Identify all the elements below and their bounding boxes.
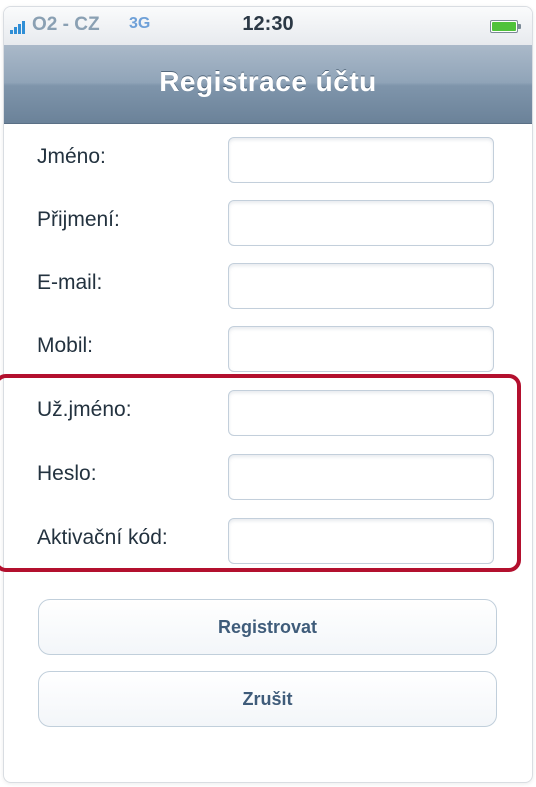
last-name-field[interactable] (228, 200, 494, 246)
register-button[interactable]: Registrovat (38, 599, 497, 655)
first-name-label: Jméno: (37, 145, 106, 168)
form-row-email: E-mail: (4, 257, 532, 319)
mobile-label: Mobil: (37, 334, 94, 357)
password-field[interactable] (228, 454, 494, 500)
username-label: Už.jméno: (37, 398, 132, 421)
navigation-bar: Registrace účtu (4, 45, 532, 124)
form-row-password: Heslo: (4, 448, 532, 510)
form-row-mobile: Mobil: (4, 320, 532, 382)
page-title: Registrace účtu (159, 66, 377, 97)
form-row-activation-code: Aktivační kód: (4, 512, 532, 574)
cancel-button[interactable]: Zrušit (38, 671, 497, 727)
status-time: 12:30 (242, 13, 294, 35)
status-bar: O2 - CZ 3G 12:30 (4, 7, 532, 46)
email-label: E-mail: (37, 271, 103, 294)
activation-code-label: Aktivační kód: (37, 526, 168, 549)
form-row-username: Už.jméno: (4, 384, 532, 446)
password-label: Heslo: (37, 462, 97, 485)
mobile-field[interactable] (228, 326, 494, 372)
phone-screen: O2 - CZ 3G 12:30 Registrace účtu Jméno: … (3, 6, 533, 783)
form-row-first-name: Jméno: (4, 131, 532, 193)
battery-full-icon (490, 20, 521, 33)
activation-code-field[interactable] (228, 518, 494, 564)
username-field[interactable] (228, 390, 494, 436)
email-field[interactable] (228, 263, 494, 309)
form-row-last-name: Přijmení: (4, 194, 532, 256)
first-name-field[interactable] (228, 137, 494, 183)
last-name-label: Přijmení: (37, 208, 120, 231)
